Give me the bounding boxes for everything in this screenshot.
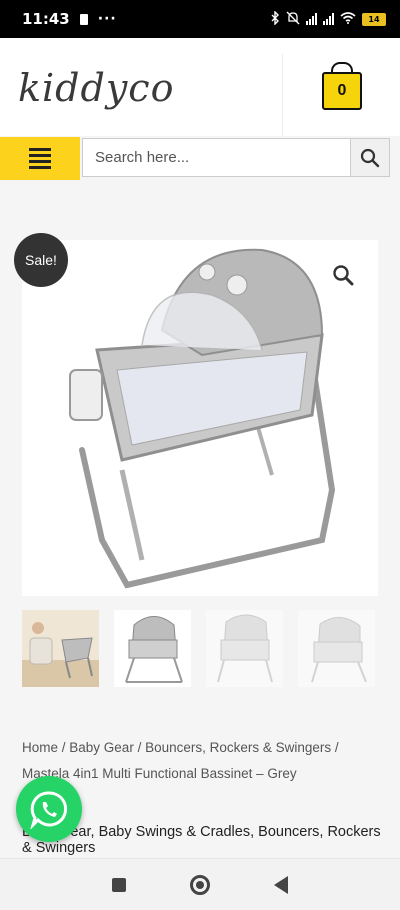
whatsapp-icon xyxy=(30,791,68,829)
sale-badge: Sale! xyxy=(14,233,68,287)
bag-icon: 0 xyxy=(322,72,362,110)
toolbar xyxy=(0,137,400,180)
breadcrumb-separator: / xyxy=(331,740,339,755)
home-icon[interactable] xyxy=(190,874,210,895)
breadcrumb-home[interactable]: Home xyxy=(22,740,58,755)
search-input[interactable] xyxy=(82,138,350,177)
thumbnail-1[interactable] xyxy=(22,610,99,687)
status-bar: 11:43 ··· 14 xyxy=(0,0,400,38)
breadcrumb-separator: / xyxy=(133,740,146,755)
breadcrumb-baby-gear[interactable]: Baby Gear xyxy=(69,740,134,755)
site-header: kiddyco 0 xyxy=(0,38,400,136)
notification-icon xyxy=(79,13,88,25)
bassinet-image xyxy=(69,248,335,589)
system-nav-bar xyxy=(0,858,400,910)
thumbnail-2[interactable] xyxy=(114,610,191,687)
thumbnail-4[interactable] xyxy=(298,610,375,687)
breadcrumb-separator: / xyxy=(58,740,70,755)
product-categories[interactable]: Baby Gear, Baby Swings & Cradles, Bounce… xyxy=(22,824,382,856)
signal-icon xyxy=(306,13,317,25)
menu-button[interactable] xyxy=(0,137,80,180)
thumbnail-3[interactable] xyxy=(206,610,283,687)
recents-icon[interactable] xyxy=(112,877,126,892)
breadcrumb-bouncers[interactable]: Bouncers, Rockers & Swingers xyxy=(145,740,331,755)
mute-icon xyxy=(286,11,300,28)
search-button[interactable] xyxy=(350,138,390,177)
search-icon xyxy=(360,148,380,167)
product-thumbnails xyxy=(22,610,378,688)
signal-icon-2 xyxy=(323,13,334,25)
bluetooth-icon xyxy=(271,9,280,28)
whatsapp-button[interactable] xyxy=(16,776,82,842)
breadcrumb: Home / Baby Gear / Bouncers, Rockers & S… xyxy=(22,735,378,787)
cart-count: 0 xyxy=(337,82,347,99)
wifi-icon xyxy=(340,11,356,27)
more-notifications-icon: ··· xyxy=(97,11,117,27)
back-icon[interactable] xyxy=(274,875,288,894)
hamburger-icon xyxy=(29,145,51,172)
product-main-image[interactable] xyxy=(22,240,378,596)
cart-button[interactable]: 0 xyxy=(282,54,400,136)
zoom-icon xyxy=(333,265,354,286)
battery-icon: 14 xyxy=(362,12,386,26)
status-time: 11:43 xyxy=(22,10,70,28)
zoom-button[interactable] xyxy=(332,264,354,291)
site-logo[interactable]: kiddyco xyxy=(18,66,174,110)
